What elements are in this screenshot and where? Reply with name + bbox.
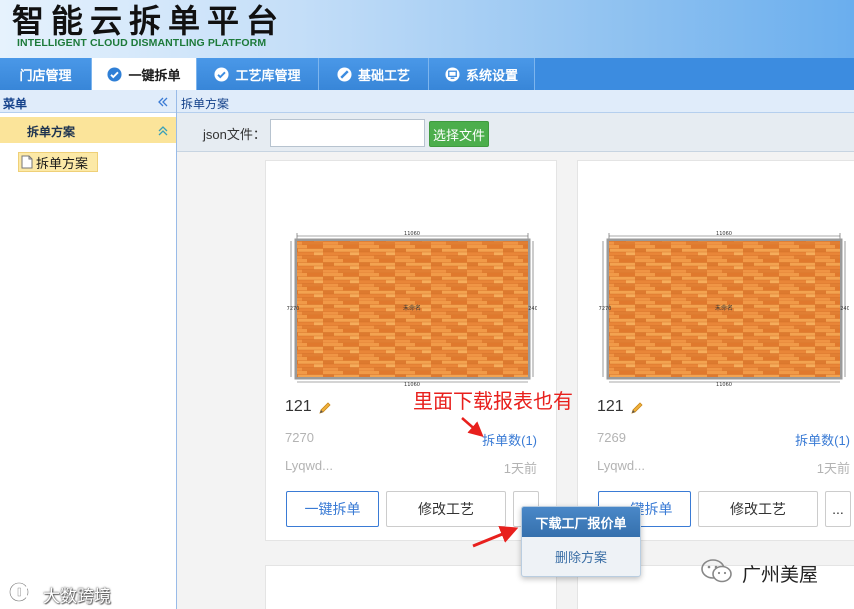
watermark-logo-icon: [8, 581, 40, 608]
card-time: 1天前: [816, 461, 850, 476]
plan-right-dimension: 240: [528, 306, 537, 312]
document-icon: [21, 155, 33, 169]
tab-label: 基础工艺: [357, 67, 410, 83]
plan-top-dimension: 11060: [404, 231, 420, 237]
app-title: 智能云拆单平台: [12, 2, 286, 40]
card-time: 1天前: [503, 461, 537, 476]
tab-basic-process[interactable]: 基础工艺: [319, 58, 429, 90]
double-chevron-up-icon[interactable]: [157, 124, 169, 136]
tab-label: 工艺库管理: [235, 67, 301, 83]
monitor-icon: [445, 66, 460, 82]
card-code: 7269: [597, 430, 626, 445]
choose-file-button[interactable]: 选择文件: [429, 121, 489, 147]
plan-right-dimension: 240: [840, 306, 849, 312]
card-user: Lyqwd...: [285, 458, 333, 473]
plan-center-label: 未命名: [715, 304, 733, 312]
more-actions-menu: 下载工厂报价单 删除方案: [521, 506, 641, 577]
plan-thumbnail[interactable]: 11060 7270 240 11060 未命名: [599, 231, 849, 387]
tree-item-split-plan[interactable]: 拆单方案: [18, 152, 98, 172]
card-name: 121: [285, 398, 312, 415]
json-file-input[interactable]: [270, 119, 425, 147]
plan-thumbnail[interactable]: 11060 7270 240 11060 未命名: [287, 231, 537, 387]
annotation-text: 里面下载报表也有: [413, 391, 573, 413]
breadcrumb: 拆单方案: [177, 90, 854, 113]
tab-system-settings[interactable]: 系统设置: [429, 58, 535, 90]
app-subtitle: INTELLIGENT CLOUD DISMANTLING PLATFORM: [17, 37, 267, 49]
pencil-icon[interactable]: [630, 401, 644, 415]
toolbar: json文件： 选择文件: [177, 113, 854, 152]
tab-process-library[interactable]: 工艺库管理: [197, 58, 319, 90]
plan-left-dimension: 7270: [599, 306, 611, 312]
sidebar-section-label: 拆单方案: [27, 125, 76, 139]
double-chevron-left-icon[interactable]: [157, 95, 169, 107]
sidebar-header: 菜单: [0, 90, 176, 113]
wechat-icon: [700, 558, 734, 589]
tab-label: 系统设置: [465, 67, 518, 83]
delete-plan-item[interactable]: 删除方案: [522, 537, 640, 576]
plan-card: 11060 7270 240 11060 未命名 121 7269 拆单数(1)…: [577, 160, 854, 541]
tab-one-click-split[interactable]: 一键拆单: [92, 58, 197, 90]
sidebar-section-split-plan[interactable]: 拆单方案: [0, 117, 176, 143]
plan-bottom-dimension: 11060: [716, 382, 732, 387]
check-circle-icon: [214, 66, 230, 82]
watermark-right-text: 广州美屋: [742, 564, 819, 586]
app-header: 智能云拆单平台 INTELLIGENT CLOUD DISMANTLING PL…: [0, 0, 854, 58]
sidebar-title: 菜单: [3, 97, 28, 111]
download-factory-quote-item[interactable]: 下载工厂报价单: [522, 507, 640, 537]
plan-center-label: 未命名: [403, 304, 421, 312]
tab-label: 一键拆单: [128, 67, 181, 83]
watermark-left: 大数跨境: [8, 581, 111, 608]
watermark-left-text: 大数跨境: [43, 586, 111, 606]
modify-process-button[interactable]: 修改工艺: [386, 491, 506, 527]
card-code: 7270: [285, 430, 314, 445]
split-count-link[interactable]: 拆单数(1): [795, 430, 850, 449]
one-click-split-button[interactable]: 一键拆单: [286, 491, 379, 527]
tab-store-management[interactable]: 门店管理: [0, 58, 92, 90]
breadcrumb-label: 拆单方案: [181, 97, 230, 111]
tree-item-label: 拆单方案: [36, 155, 89, 171]
plan-card: 11060 7270 240 11060 未命名 121 7270 拆单数(1)…: [265, 160, 557, 541]
watermark-right: 广州美屋: [700, 558, 819, 589]
card-name: 121: [597, 398, 624, 415]
pencil-icon[interactable]: [318, 401, 332, 415]
plan-top-dimension: 11060: [716, 231, 732, 237]
more-button[interactable]: ...: [825, 491, 851, 527]
plan-card-partial: [265, 565, 557, 609]
card-user: Lyqwd...: [597, 458, 645, 473]
plan-left-dimension: 7270: [287, 306, 299, 312]
modify-process-button[interactable]: 修改工艺: [698, 491, 818, 527]
top-nav: 门店管理 一键拆单 工艺库管理 基础工艺 系统设置: [0, 58, 854, 90]
sidebar: 菜单 拆单方案 拆单方案: [0, 90, 177, 609]
split-count-link[interactable]: 拆单数(1): [482, 430, 537, 449]
tab-label: 门店管理: [19, 67, 72, 83]
json-file-label: json文件：: [203, 127, 266, 142]
no-entry-icon: [337, 66, 352, 82]
check-circle-icon: [107, 66, 123, 82]
